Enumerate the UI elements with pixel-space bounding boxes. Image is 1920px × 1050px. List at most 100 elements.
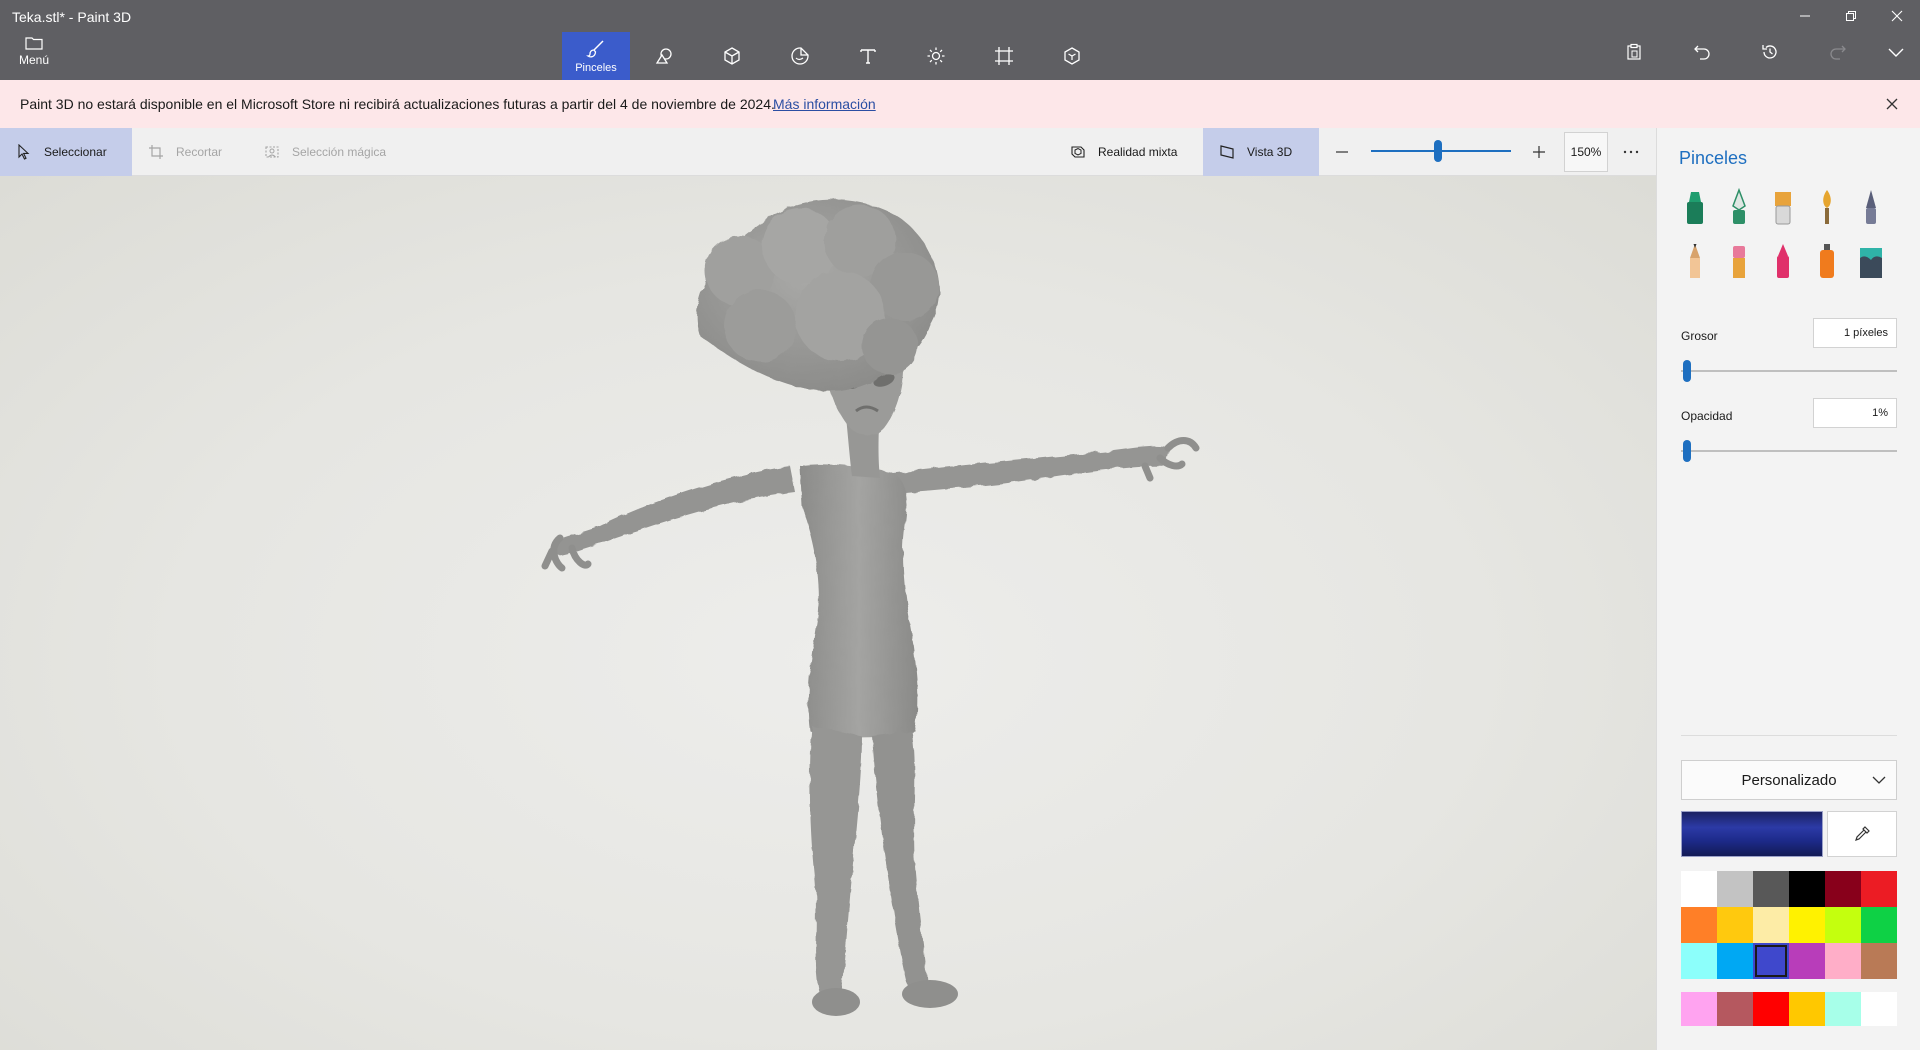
oil-brush-icon[interactable] — [1769, 188, 1797, 228]
undo-icon — [1694, 45, 1710, 60]
color-swatch[interactable] — [1681, 907, 1717, 943]
window-title: Teka.stl* - Paint 3D — [12, 9, 132, 25]
tool-3d-shapes[interactable] — [698, 32, 766, 80]
thickness-slider[interactable] — [1681, 370, 1897, 372]
select-button[interactable]: Seleccionar — [0, 128, 132, 176]
calligraphy-pen-icon[interactable] — [1725, 188, 1753, 228]
color-swatch[interactable] — [1681, 871, 1717, 907]
mixed-reality-icon — [1071, 146, 1085, 158]
color-swatch[interactable] — [1717, 907, 1753, 943]
color-swatch[interactable] — [1861, 871, 1897, 907]
color-swatch[interactable] — [1753, 907, 1789, 943]
color-swatch[interactable] — [1825, 943, 1861, 979]
opacity-slider-thumb[interactable] — [1683, 440, 1691, 462]
color-swatch[interactable] — [1681, 943, 1717, 979]
custom-color-swatch[interactable] — [1681, 992, 1717, 1026]
command-bar: Seleccionar Recortar Selección mágica Re… — [0, 128, 1656, 176]
custom-color-swatch[interactable] — [1861, 992, 1897, 1026]
color-swatch[interactable] — [1825, 907, 1861, 943]
color-swatch[interactable] — [1789, 907, 1825, 943]
tool-canvas[interactable] — [970, 32, 1038, 80]
chevron-down-icon — [1872, 776, 1886, 784]
zoom-value[interactable]: 150% — [1564, 132, 1608, 172]
opacity-value[interactable]: 1% — [1813, 398, 1897, 428]
palette-name: Personalizado — [1741, 771, 1837, 789]
custom-color-swatch[interactable] — [1717, 992, 1753, 1026]
magic-select-label: Selección mágica — [292, 145, 387, 159]
opacity-slider[interactable] — [1681, 450, 1897, 452]
title-bar: Teka.stl* - Paint 3D Menú Pinceles — [0, 0, 1920, 80]
close-icon[interactable] — [1884, 96, 1900, 112]
paste-button[interactable] — [1622, 40, 1646, 64]
view-3d-button[interactable]: Vista 3D — [1203, 128, 1319, 176]
color-swatch[interactable] — [1753, 943, 1789, 979]
pixel-pen-icon[interactable] — [1857, 188, 1885, 228]
menu-button[interactable]: Menú — [6, 36, 62, 76]
custom-color-swatch[interactable] — [1753, 992, 1789, 1026]
magic-select-button[interactable]: Selección mágica — [248, 128, 386, 176]
folder-icon — [25, 37, 43, 50]
thickness-slider-thumb[interactable] — [1683, 360, 1691, 382]
eyedropper-button[interactable] — [1827, 811, 1897, 857]
tool-2d-shapes[interactable] — [630, 32, 698, 80]
marker-icon[interactable] — [1681, 188, 1709, 228]
watercolor-icon[interactable] — [1813, 188, 1841, 228]
custom-color-swatch[interactable] — [1825, 992, 1861, 1026]
tool-brushes[interactable]: Pinceles — [562, 32, 630, 80]
fill-icon[interactable] — [1857, 242, 1885, 282]
crop-button[interactable]: Recortar — [132, 128, 222, 176]
redo-button[interactable] — [1826, 40, 1850, 64]
cube-icon — [724, 47, 740, 65]
color-swatch[interactable] — [1789, 943, 1825, 979]
color-swatch[interactable] — [1861, 907, 1897, 943]
color-swatch[interactable] — [1717, 943, 1753, 979]
select-label: Seleccionar — [44, 145, 107, 159]
paste-icon — [1627, 43, 1641, 60]
color-swatch[interactable] — [1789, 871, 1825, 907]
color-swatch[interactable] — [1861, 943, 1897, 979]
history-button[interactable] — [1758, 40, 1782, 64]
undo-button[interactable] — [1690, 40, 1714, 64]
eraser-icon[interactable] — [1725, 242, 1753, 282]
current-color-swatch[interactable] — [1681, 811, 1823, 857]
eyedropper-icon — [1855, 826, 1870, 841]
more-options-icon[interactable] — [1622, 146, 1640, 158]
thickness-value[interactable]: 1 píxeles — [1813, 318, 1897, 348]
color-swatch[interactable] — [1717, 871, 1753, 907]
brushes-panel: Pinceles Grosor 1 píxeles Opacidad 1% Pe… — [1656, 128, 1920, 1050]
tool-text[interactable] — [834, 32, 902, 80]
minimize-icon[interactable] — [1782, 0, 1828, 32]
text-icon — [860, 49, 876, 64]
redo-icon — [1830, 45, 1846, 60]
magic-select-icon — [265, 146, 279, 158]
zoom-in-icon[interactable] — [1532, 145, 1546, 159]
sticker-icon — [791, 47, 809, 65]
opacity-label: Opacidad — [1681, 409, 1733, 423]
color-swatch[interactable] — [1753, 871, 1789, 907]
custom-color-swatch[interactable] — [1789, 992, 1825, 1026]
spray-can-icon[interactable] — [1813, 242, 1841, 282]
cursor-icon — [18, 144, 30, 160]
crayon-icon[interactable] — [1769, 242, 1797, 282]
3d-model[interactable] — [0, 176, 1656, 1050]
restore-icon[interactable] — [1828, 0, 1874, 32]
more-info-link[interactable]: Más información — [773, 96, 876, 112]
tool-stickers[interactable] — [766, 32, 834, 80]
color-swatch[interactable] — [1825, 871, 1861, 907]
canvas-area[interactable] — [0, 176, 1656, 1050]
panel-divider — [1681, 735, 1897, 736]
mixed-reality-label: Realidad mixta — [1098, 145, 1178, 159]
zoom-slider-thumb[interactable] — [1434, 140, 1442, 162]
close-icon[interactable] — [1874, 0, 1920, 32]
tool-effects[interactable] — [902, 32, 970, 80]
zoom-out-icon[interactable] — [1335, 145, 1349, 159]
pencil-icon[interactable] — [1681, 242, 1709, 282]
view-3d-icon — [1220, 145, 1234, 159]
tool-3d-library[interactable] — [1038, 32, 1106, 80]
mixed-reality-button[interactable]: Realidad mixta — [1054, 128, 1177, 176]
history-icon — [1762, 45, 1777, 59]
panel-title: Pinceles — [1679, 148, 1748, 168]
palette-dropdown[interactable]: Personalizado — [1681, 760, 1897, 800]
crop-label: Recortar — [176, 145, 223, 159]
expand-button[interactable] — [1884, 40, 1908, 64]
